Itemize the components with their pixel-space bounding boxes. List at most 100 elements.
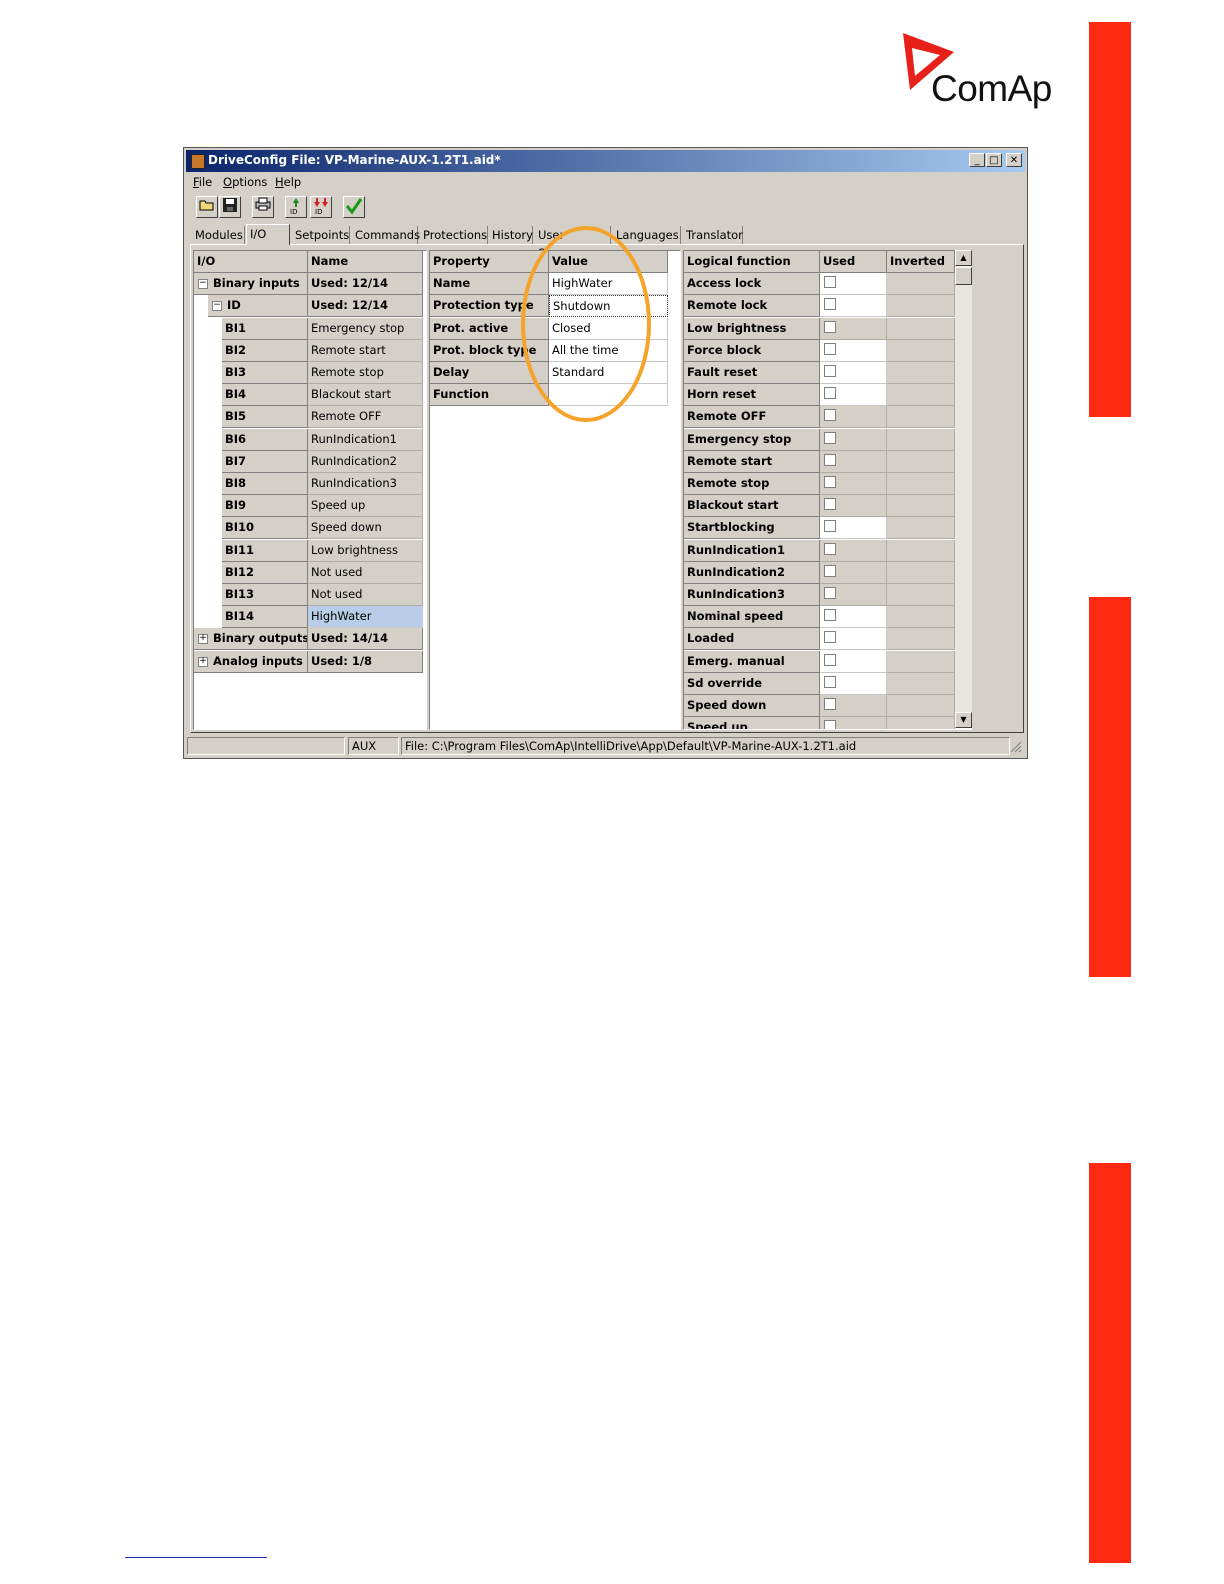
io-cell[interactable]: BI2 [222, 339, 308, 362]
used-cell[interactable] [820, 672, 887, 695]
io-name-cell[interactable]: RunIndication3 [308, 473, 423, 495]
table-row[interactable]: Startblocking [684, 517, 971, 540]
used-checkbox[interactable] [824, 542, 836, 555]
table-row[interactable]: Nominal speed [684, 606, 971, 629]
resize-grip-icon[interactable] [1010, 741, 1022, 753]
used-cell[interactable] [820, 628, 887, 651]
used-checkbox[interactable] [824, 365, 836, 377]
property-value[interactable] [549, 384, 668, 407]
inverted-cell[interactable] [887, 273, 955, 296]
used-checkbox[interactable] [824, 276, 836, 289]
used-cell[interactable] [820, 384, 887, 407]
used-checkbox[interactable] [824, 520, 836, 533]
scroll-up-button[interactable]: ▲ [955, 250, 972, 266]
close-button[interactable]: ✕ [1006, 153, 1022, 167]
used-cell[interactable] [820, 339, 887, 362]
property-value[interactable]: All the time [549, 339, 668, 362]
inverted-cell[interactable] [887, 650, 955, 673]
table-row[interactable]: BI13 Not used [194, 584, 426, 606]
table-row[interactable]: Protection type Shutdown [430, 295, 680, 318]
table-row[interactable]: Loaded [684, 628, 971, 651]
io-name-cell[interactable]: Blackout start [308, 384, 423, 407]
io-name-cell[interactable]: Used: 1/8 [308, 650, 423, 673]
used-checkbox[interactable] [824, 653, 836, 666]
used-checkbox[interactable] [824, 453, 836, 466]
inverted-cell[interactable] [887, 539, 955, 562]
column-header-logical-function[interactable]: Logical function [684, 251, 820, 273]
inverted-cell[interactable] [887, 717, 955, 729]
used-cell[interactable] [820, 273, 887, 296]
used-checkbox[interactable] [824, 498, 836, 511]
export-id-button[interactable]: ID [310, 196, 332, 218]
tab-commands[interactable]: Commands [352, 226, 420, 244]
table-row[interactable]: Speed up [684, 717, 971, 729]
expand-icon[interactable]: + [198, 634, 208, 645]
used-cell[interactable] [820, 606, 887, 629]
io-cell[interactable]: BI13 [222, 584, 308, 606]
table-row[interactable]: Binary outputs + Used: 14/14 [194, 628, 426, 651]
tab-protections[interactable]: Protections [420, 226, 488, 244]
table-row[interactable]: BI10 Speed down [194, 517, 426, 540]
tab-translator[interactable]: Translator [683, 226, 743, 244]
io-cell[interactable]: Binary inputs [194, 273, 308, 296]
table-row[interactable]: RunIndication3 [684, 584, 971, 606]
table-row[interactable]: BI8 RunIndication3 [194, 473, 426, 495]
used-cell[interactable] [820, 473, 887, 495]
inverted-cell[interactable] [887, 473, 955, 495]
property-value[interactable]: Closed [549, 317, 668, 340]
io-cell[interactable]: BI1 [222, 317, 308, 340]
used-checkbox[interactable] [824, 675, 836, 688]
tab-user-sensors[interactable]: User Sensors [535, 226, 611, 260]
inverted-cell[interactable] [887, 628, 955, 651]
used-checkbox[interactable] [824, 431, 836, 444]
collapse-icon[interactable]: − [198, 279, 208, 290]
property-value[interactable]: Standard [549, 362, 668, 384]
io-name-cell[interactable]: Emergency stop [308, 317, 423, 340]
table-row[interactable]: Fault reset [684, 362, 971, 384]
io-cell[interactable]: Binary outputs [194, 628, 308, 651]
used-cell[interactable] [820, 295, 887, 318]
io-name-cell[interactable]: Used: 12/14 [308, 273, 423, 296]
inverted-cell[interactable] [887, 450, 955, 473]
used-cell[interactable] [820, 362, 887, 384]
used-checkbox[interactable] [824, 409, 836, 422]
io-cell[interactable]: BI4 [222, 384, 308, 407]
table-row[interactable]: Access lock [684, 273, 971, 296]
io-name-cell[interactable]: Not used [308, 584, 423, 606]
used-cell[interactable] [820, 717, 887, 729]
used-checkbox[interactable] [824, 698, 836, 710]
io-cell[interactable]: BI11 [222, 539, 308, 562]
table-row[interactable]: Remote OFF [684, 406, 971, 429]
table-row[interactable]: Analog inputs + Used: 1/8 [194, 650, 426, 673]
collapse-icon[interactable]: − [212, 301, 222, 312]
io-name-cell[interactable]: Speed up [308, 495, 423, 518]
inverted-cell[interactable] [887, 561, 955, 584]
used-cell[interactable] [820, 650, 887, 673]
io-name-cell[interactable]: Used: 12/14 [308, 295, 423, 318]
table-row[interactable]: Emergency stop [684, 428, 971, 451]
import-id-button[interactable]: ID [285, 196, 307, 218]
used-checkbox[interactable] [824, 609, 836, 622]
maximize-button[interactable]: □ [986, 153, 1002, 167]
table-row[interactable]: BI6 RunIndication1 [194, 428, 426, 451]
tab-languages[interactable]: Languages [613, 226, 681, 244]
used-cell[interactable] [820, 317, 887, 340]
inverted-cell[interactable] [887, 295, 955, 318]
title-bar[interactable]: DriveConfig File: VP-Marine-AUX-1.2T1.ai… [186, 150, 1025, 172]
expand-icon[interactable]: + [198, 656, 208, 667]
io-name-cell[interactable]: RunIndication1 [308, 428, 423, 451]
table-row[interactable]: Binary inputs − Used: 12/14 [194, 273, 426, 296]
io-name-cell[interactable]: Remote OFF [308, 406, 423, 429]
tab-setpoints[interactable]: Setpoints [292, 226, 350, 244]
io-name-cell[interactable]: Low brightness [308, 539, 423, 562]
table-row[interactable]: BI11 Low brightness [194, 539, 426, 562]
io-cell[interactable]: BI5 [222, 406, 308, 429]
open-button[interactable] [196, 196, 218, 218]
table-row[interactable]: BI3 Remote stop [194, 362, 426, 384]
used-checkbox[interactable] [824, 342, 836, 355]
minimize-button[interactable]: _ [969, 153, 985, 167]
used-cell[interactable] [820, 695, 887, 717]
inverted-cell[interactable] [887, 584, 955, 606]
scroll-down-button[interactable]: ▼ [955, 712, 972, 728]
inverted-cell[interactable] [887, 384, 955, 407]
